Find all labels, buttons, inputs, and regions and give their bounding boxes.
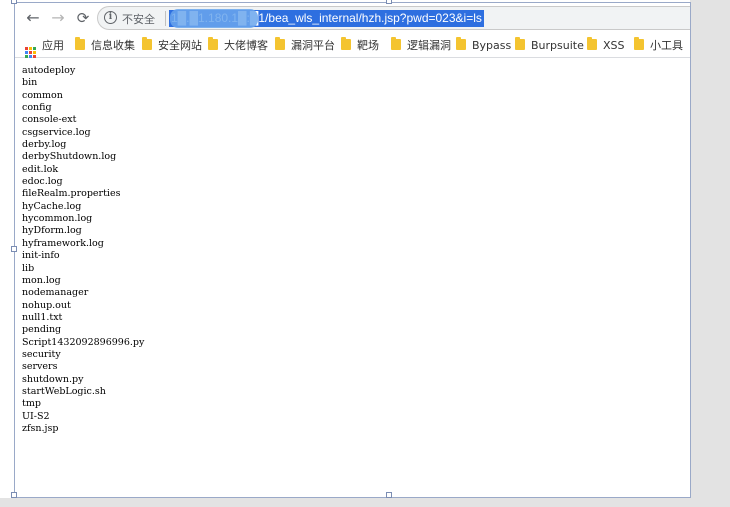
bookmark-label: 信息收集: [91, 39, 135, 52]
forward-arrow-icon[interactable]: →: [48, 8, 68, 28]
folder-icon: [75, 37, 85, 50]
security-status-label[interactable]: 不安全: [122, 11, 155, 27]
list-item: mon.log: [22, 274, 61, 286]
bookmark-label: 小工具: [650, 39, 683, 52]
back-arrow-icon[interactable]: ←: [23, 8, 43, 28]
list-item: null1.txt: [22, 311, 63, 323]
resize-handle-top-left[interactable]: [11, 0, 17, 4]
folder-icon: [634, 37, 644, 50]
list-item: console-ext: [22, 114, 77, 126]
list-item: nodemanager: [22, 287, 89, 299]
bookmark-label: 应用: [42, 39, 64, 52]
folder-icon: [142, 37, 152, 50]
bookmark-xss[interactable]: XSS: [587, 37, 625, 54]
folder-icon: [456, 37, 466, 50]
list-item: tmp: [22, 398, 41, 410]
browser-toolbar: ← → ⟳ i 不安全 1█.█1.180.1█:█1/bea_wls_inte…: [15, 3, 690, 33]
info-icon[interactable]: i: [104, 11, 117, 24]
bookmark-logic-vulns[interactable]: 逻辑漏洞: [391, 37, 451, 54]
list-item: servers: [22, 361, 58, 373]
address-bar[interactable]: i 不安全 1█.█1.180.1█:█1/bea_wls_internal/h…: [97, 6, 690, 30]
list-item: hyCache.log: [22, 200, 82, 212]
folder-icon: [208, 37, 218, 50]
list-item: common: [22, 89, 63, 101]
list-item: UI-S2: [22, 410, 50, 422]
list-item: edoc.log: [22, 176, 63, 188]
resize-handle-bottom-center[interactable]: [386, 492, 392, 498]
bookmark-range[interactable]: 靶场: [341, 37, 379, 54]
bookmark-label: 逻辑漏洞: [407, 39, 451, 52]
bookmark-expert-blogs[interactable]: 大佬博客: [208, 37, 268, 54]
list-item: autodeploy: [22, 65, 76, 76]
bookmark-label: Burpsuite: [531, 39, 584, 52]
bookmark-label: XSS: [603, 39, 625, 52]
list-item: csgservice.log: [22, 126, 91, 138]
directory-listing: autodeploy bin common config console-ext…: [22, 65, 144, 435]
list-item: security: [22, 348, 61, 360]
list-item: startWebLogic.sh: [22, 385, 106, 397]
bookmark-label: 安全网站: [158, 39, 202, 52]
folder-icon: [275, 37, 285, 50]
screenshot-image-frame[interactable]: ← → ⟳ i 不安全 1█.█1.180.1█:█1/bea_wls_inte…: [14, 2, 691, 498]
list-item: fileRealm.properties: [22, 188, 121, 200]
list-item: Script1432092896996.py: [22, 336, 145, 348]
list-item: config: [22, 102, 52, 114]
list-item: lib: [22, 262, 35, 274]
bookmark-info-gathering[interactable]: 信息收集: [75, 37, 135, 54]
list-item: hyframework.log: [22, 237, 104, 249]
folder-icon: [515, 37, 525, 50]
list-item: derbyShutdown.log: [22, 151, 117, 163]
redaction-blur: [170, 9, 258, 28]
bookmark-apps[interactable]: 应用: [25, 38, 64, 58]
address-divider: [165, 11, 166, 26]
resize-handle-middle-left[interactable]: [11, 246, 17, 252]
folder-icon: [587, 37, 597, 50]
list-item: zfsn.jsp: [22, 422, 59, 434]
bookmark-tools[interactable]: 小工具: [634, 37, 683, 54]
list-item: shutdown.py: [22, 373, 84, 385]
bookmark-burpsuite[interactable]: Burpsuite: [515, 37, 584, 54]
document-canvas-right: [690, 0, 730, 507]
list-item: hyDform.log: [22, 225, 82, 237]
list-item: derby.log: [22, 139, 67, 151]
bookmark-vuln-platforms[interactable]: 漏洞平台: [275, 37, 335, 54]
bookmark-label: 漏洞平台: [291, 39, 335, 52]
list-item: edit.lok: [22, 163, 59, 175]
bookmark-label: 靶场: [357, 39, 379, 52]
list-item: nohup.out: [22, 299, 71, 311]
folder-icon: [391, 37, 401, 50]
bookmark-label: Bypass: [472, 39, 512, 52]
apps-icon: [25, 47, 36, 58]
resize-handle-bottom-left[interactable]: [11, 492, 17, 498]
resize-handle-top-center[interactable]: [386, 0, 392, 4]
bookmark-label: 大佬博客: [224, 39, 268, 52]
list-item: init-info: [22, 250, 60, 262]
bookmarks-bar: 应用 信息收集 安全网站 大佬博客 漏洞平台 靶场 逻辑漏洞 Bypass Bu…: [15, 34, 690, 58]
list-item: hycommon.log: [22, 213, 93, 225]
list-item: bin: [22, 77, 38, 89]
document-canvas-bottom: [0, 498, 730, 507]
folder-icon: [341, 37, 351, 50]
bookmark-bypass[interactable]: Bypass: [456, 37, 512, 54]
bookmark-security-sites[interactable]: 安全网站: [142, 37, 202, 54]
reload-icon[interactable]: ⟳: [73, 8, 93, 28]
list-item: pending: [22, 324, 62, 336]
